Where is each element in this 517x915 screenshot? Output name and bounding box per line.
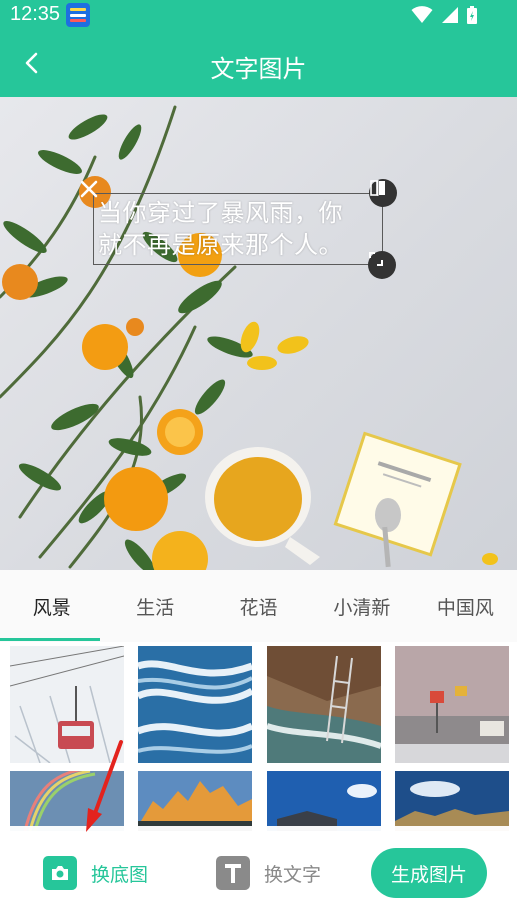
app-bar: 文字图片 (0, 30, 517, 97)
text-t-icon (216, 856, 250, 890)
change-text-label: 换文字 (264, 863, 322, 886)
thumbnail-snowy-cable-car[interactable] (10, 646, 124, 763)
thumbnail-blue-sky-house[interactable] (267, 771, 381, 831)
flip-text-button[interactable] (369, 179, 397, 207)
flip-horizontal-icon (370, 180, 385, 196)
image-canvas[interactable]: 当你穿过了暴风雨，你 就不再是原来那个人。 (0, 97, 517, 570)
tab-label: 中国风 (436, 596, 494, 619)
tab-fresh[interactable]: 小清新 (310, 570, 413, 642)
tab-label: 花语 (239, 596, 278, 619)
change-text-button[interactable]: 换文字 (216, 856, 321, 890)
tab-chinese-style[interactable]: 中国风 (414, 570, 517, 642)
delete-text-button[interactable] (79, 179, 107, 207)
thumbnail-roadside-gas-station[interactable] (395, 646, 509, 763)
background-photo (0, 105, 498, 570)
overlay-text-line1: 当你穿过了暴风雨，你 (98, 199, 343, 227)
tab-label: 生活 (136, 596, 175, 619)
thumbnail-mountain-peaks-sunrise[interactable] (138, 771, 252, 831)
change-background-button[interactable]: 换底图 (43, 856, 148, 890)
tab-label: 风景 (32, 596, 71, 619)
app-notification-icon (66, 3, 90, 27)
background-grid (0, 642, 517, 832)
thumbnail-ocean-waves[interactable] (138, 646, 252, 763)
battery-icon (467, 6, 477, 24)
status-time: 12:35 (10, 3, 61, 25)
thumbnail-mountain-lake[interactable] (395, 771, 509, 831)
resize-icon (369, 252, 383, 266)
status-bar: 12:35 (0, 0, 517, 30)
bottom-action-bar: 换底图 换文字 生成图片 (0, 826, 517, 915)
status-icons (411, 6, 477, 24)
camera-icon (43, 856, 77, 890)
change-background-label: 换底图 (91, 863, 149, 886)
category-tabs: 风景 生活 花语 小清新 中国风 (0, 570, 517, 642)
thumbnail-rainbow-sky[interactable] (10, 771, 124, 831)
tab-scenery[interactable]: 风景 (0, 570, 103, 642)
generate-image-button[interactable]: 生成图片 (371, 848, 487, 898)
resize-text-button[interactable] (368, 251, 396, 279)
thumbnail-river-rocks-ladder[interactable] (267, 646, 381, 763)
close-icon (80, 180, 98, 198)
signal-icon (442, 7, 458, 23)
overlay-text-line2: 就不再是原来那个人。 (98, 231, 343, 259)
tab-label: 小清新 (333, 596, 391, 619)
wifi-icon (411, 6, 433, 23)
tab-life[interactable]: 生活 (103, 570, 206, 642)
overlay-text[interactable]: 当你穿过了暴风雨，你 就不再是原来那个人。 (98, 197, 388, 261)
tab-flower-language[interactable]: 花语 (207, 570, 310, 642)
page-title: 文字图片 (210, 55, 307, 83)
